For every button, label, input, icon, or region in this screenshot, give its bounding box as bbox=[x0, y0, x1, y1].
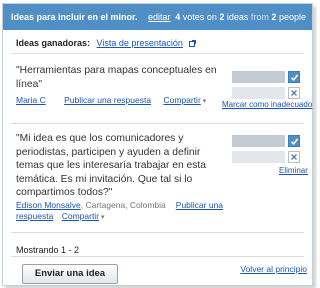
vote-down-bar bbox=[232, 151, 285, 163]
people-count: 2 bbox=[271, 12, 277, 22]
vote-stats: 4 votes on 2 ideas from 2 people bbox=[175, 12, 306, 22]
idea-meta: Edison Monsalve, Cartagena, Colombia Publ… bbox=[16, 200, 226, 223]
back-to-top-link[interactable]: Volver al principio bbox=[240, 264, 307, 274]
reply-link[interactable]: Publicar una respuesta bbox=[64, 95, 151, 105]
divider bbox=[11, 53, 304, 54]
author-location: , Cartagena, Colombia bbox=[80, 200, 166, 210]
share-link[interactable]: Compartir bbox=[163, 95, 200, 105]
gadget-header: Ideas para incluir en el minor. editar 4… bbox=[3, 4, 312, 30]
votes-count: 4 bbox=[175, 12, 181, 22]
x-icon bbox=[291, 154, 297, 160]
vote-up-bar bbox=[232, 135, 285, 147]
x-icon bbox=[291, 90, 297, 96]
vote-down-button[interactable] bbox=[288, 87, 300, 99]
ideas-count: 2 bbox=[219, 12, 225, 22]
flag-inappropriate-link[interactable]: Marcar como inadecuado bbox=[222, 100, 312, 109]
vote-up-button[interactable] bbox=[288, 71, 300, 83]
vote-down-row bbox=[232, 151, 302, 163]
people-word: people bbox=[278, 12, 306, 22]
divider bbox=[11, 123, 304, 124]
pagination-status: Mostrando 1 - 2 bbox=[16, 245, 80, 255]
subheader: Ideas ganadoras: Vista de presentación bbox=[16, 38, 197, 48]
caret-down-icon[interactable]: ▾ bbox=[201, 98, 207, 105]
caret-down-icon[interactable]: ▾ bbox=[99, 214, 105, 221]
votes-word: votes bbox=[182, 12, 205, 22]
vote-controls bbox=[232, 135, 302, 167]
gadget-title: Ideas para incluir en el minor. bbox=[11, 12, 138, 22]
on-word: on bbox=[206, 12, 217, 22]
share-link[interactable]: Compartir bbox=[62, 211, 99, 221]
idea-meta: Maria C Publicar una respuesta Compartir… bbox=[16, 95, 206, 107]
vote-controls bbox=[232, 71, 302, 103]
edit-link[interactable]: editar bbox=[148, 12, 171, 22]
ideas-gadget: Ideas para incluir en el minor. editar 4… bbox=[2, 3, 313, 286]
author-link[interactable]: Maria C bbox=[16, 95, 46, 105]
from-word: from bbox=[250, 12, 269, 22]
vote-up-row bbox=[232, 71, 302, 83]
vote-down-button[interactable] bbox=[288, 151, 300, 163]
presentation-view-link[interactable]: Vista de presentación bbox=[97, 38, 183, 48]
divider bbox=[11, 232, 304, 233]
delete-link[interactable]: Eliminar bbox=[279, 166, 308, 175]
vote-up-fill bbox=[232, 71, 285, 83]
check-icon bbox=[290, 137, 298, 145]
external-link-icon[interactable] bbox=[189, 39, 197, 47]
vote-up-fill bbox=[232, 135, 285, 147]
divider bbox=[11, 256, 304, 257]
idea-text: "Herramientas para mapas conceptuales en… bbox=[16, 65, 217, 90]
vote-up-bar bbox=[232, 71, 285, 83]
idea-text: "Mi idea es que los comunicadores y peri… bbox=[16, 133, 207, 198]
submit-idea-button[interactable]: Enviar una idea bbox=[22, 264, 118, 284]
vote-up-row bbox=[232, 135, 302, 147]
ideas-word: ideas bbox=[226, 12, 249, 22]
vote-down-row bbox=[232, 87, 302, 99]
author-link[interactable]: Edison Monsalve bbox=[16, 200, 81, 210]
check-icon bbox=[290, 73, 298, 81]
winning-ideas-label: Ideas ganadoras: bbox=[16, 38, 91, 48]
vote-down-bar bbox=[232, 87, 285, 99]
vote-up-button[interactable] bbox=[288, 135, 300, 147]
